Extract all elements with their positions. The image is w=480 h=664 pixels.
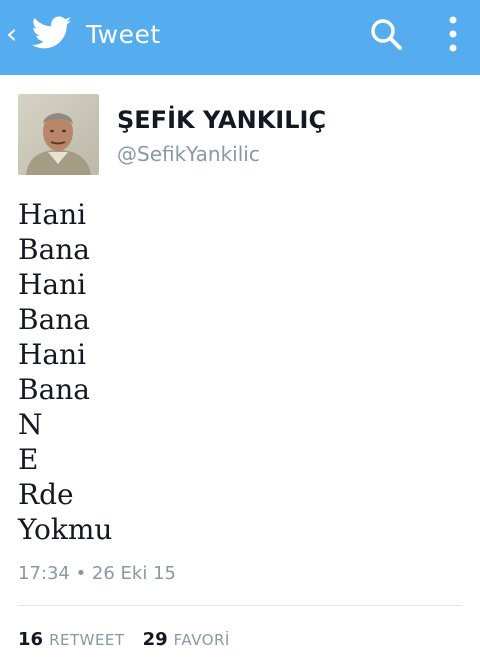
page-title: Tweet	[86, 20, 161, 49]
favorite-count[interactable]: 29	[143, 629, 168, 650]
tweet-text: Hani Bana Hani Bana Hani Bana N E Rde Yo…	[18, 197, 458, 547]
tweet-timestamp: 17:34 • 26 Eki 15	[18, 563, 176, 584]
tweet-line: Hani	[18, 198, 87, 231]
tweet-line: Hani	[18, 338, 87, 371]
tweet-stats: 16 RETWEET 29 FAVORİ	[18, 625, 248, 655]
search-icon[interactable]	[368, 16, 404, 52]
tweet-line: Bana	[18, 233, 90, 266]
divider	[18, 605, 462, 606]
tweet-line: N	[18, 408, 43, 441]
author-display-name[interactable]: ŞEFİK YANKILIÇ	[117, 104, 326, 136]
retweet-label[interactable]: RETWEET	[49, 631, 125, 649]
favorite-label[interactable]: FAVORİ	[174, 631, 230, 649]
tweet-line: Yokmu	[18, 513, 113, 546]
author-handle[interactable]: @SefikYankilic	[117, 140, 260, 168]
top-app-bar: ‹ Tweet	[0, 0, 480, 75]
retweet-count[interactable]: 16	[18, 629, 43, 650]
avatar[interactable]	[18, 94, 99, 175]
tweet-line: Bana	[18, 303, 90, 336]
twitter-bird-icon[interactable]	[32, 16, 72, 50]
tweet-line: E	[18, 443, 39, 476]
tweet-line: Rde	[18, 478, 74, 511]
tweet-line: Hani	[18, 268, 87, 301]
chevron-left-icon[interactable]: ‹	[6, 16, 22, 52]
overflow-menu-icon[interactable]	[440, 14, 466, 54]
tweet-line: Bana	[18, 373, 90, 406]
